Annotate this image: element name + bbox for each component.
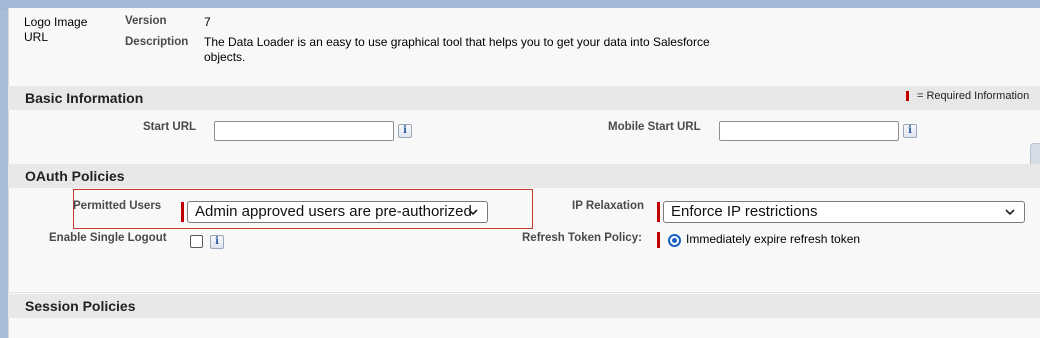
required-indicator-icon [657, 202, 660, 222]
info-icon[interactable]: i [210, 235, 224, 249]
description-label: Description [125, 36, 189, 48]
mobile-start-url-label: Mobile Start URL [608, 121, 701, 133]
refresh-token-policy-label: Refresh Token Policy: [522, 232, 642, 244]
section-divider [8, 292, 1040, 293]
enable-single-logout-checkbox[interactable] [190, 235, 203, 248]
enable-single-logout-label: Enable Single Logout [49, 232, 167, 244]
permitted-users-value: Admin approved users are pre-authorized [195, 203, 472, 220]
mobile-start-url-input[interactable] [719, 121, 899, 141]
info-icon[interactable]: i [398, 124, 412, 138]
session-policies-header: Session Policies [8, 294, 1040, 318]
required-legend: = Required Information [917, 90, 1030, 102]
oauth-policies-title: OAuth Policies [25, 168, 125, 184]
description-value: The Data Loader is an easy to use graphi… [204, 35, 710, 64]
refresh-token-policy-option[interactable]: Immediately expire refresh token [686, 232, 860, 246]
permitted-users-label: Permitted Users [73, 200, 162, 212]
start-url-label: Start URL [143, 121, 197, 133]
ip-relaxation-select[interactable]: Enforce IP restrictions [663, 201, 1025, 223]
start-url-input[interactable] [214, 121, 394, 141]
required-indicator-icon [657, 232, 660, 248]
ip-relaxation-value: Enforce IP restrictions [671, 203, 818, 220]
session-policies-title: Session Policies [25, 298, 136, 314]
version-value: 7 [204, 15, 211, 29]
oauth-policies-header: OAuth Policies [8, 164, 1040, 188]
basic-information-title: Basic Information [25, 90, 144, 106]
version-label: Version [125, 15, 167, 27]
permitted-users-select[interactable]: Admin approved users are pre-authorized [187, 201, 488, 223]
chevron-down-icon [468, 209, 478, 216]
ip-relaxation-label: IP Relaxation [572, 200, 645, 212]
info-icon[interactable]: i [903, 124, 917, 138]
required-indicator-icon [906, 91, 909, 101]
logo-image-url-label: Logo Image URL [24, 15, 88, 44]
chevron-down-icon [1005, 209, 1015, 216]
required-indicator-icon [181, 202, 184, 222]
basic-information-header: Basic Information [8, 86, 1040, 110]
radio-selected-icon[interactable] [668, 234, 681, 247]
